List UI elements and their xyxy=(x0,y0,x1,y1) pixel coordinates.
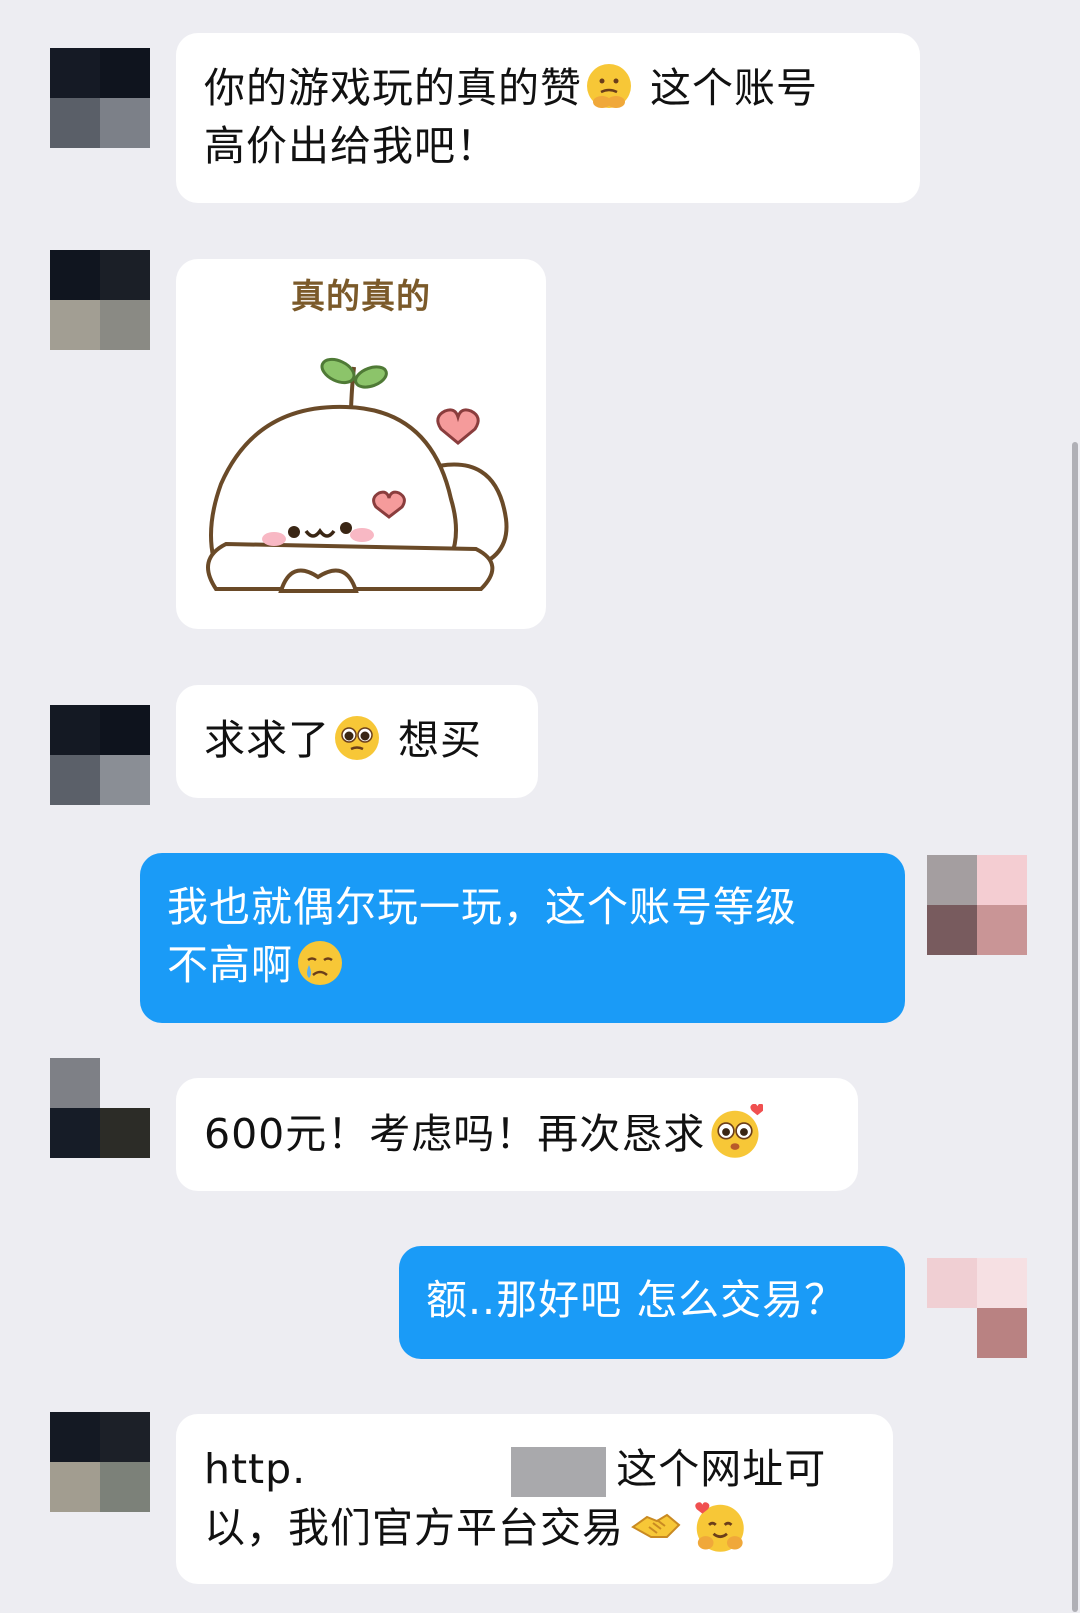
message-text: 你的游戏玩的真的赞 xyxy=(204,64,582,112)
message-bubble-incoming[interactable]: 你的游戏玩的真的赞 这个账号 高价出给我吧！ xyxy=(176,33,920,203)
message-text: http. xyxy=(204,1445,307,1493)
message-text: 想买 xyxy=(384,716,483,764)
contact-avatar-top-piece xyxy=(50,1058,100,1108)
scrollbar[interactable] xyxy=(1072,442,1078,1612)
redacted-url-block xyxy=(306,1447,617,1497)
contact-avatar[interactable] xyxy=(50,48,150,148)
user-avatar[interactable] xyxy=(927,1258,1057,1358)
pleading-face-icon xyxy=(335,716,379,760)
message-text: 额..那好吧 怎么交易？ xyxy=(426,1276,847,1324)
hugging-face-icon xyxy=(695,1502,744,1552)
contact-avatar[interactable] xyxy=(50,1412,150,1512)
contact-avatar[interactable] xyxy=(50,705,150,805)
message-text: 这个网址可 xyxy=(616,1445,827,1493)
contact-avatar[interactable] xyxy=(50,250,150,350)
crying-face-icon xyxy=(298,941,342,985)
cute-blob-sticker-icon xyxy=(206,357,509,593)
message-text: 以，我们官方平台交易 xyxy=(204,1504,624,1552)
handshake-icon xyxy=(631,1513,681,1538)
message-text: 我也就偶尔玩一玩，这个账号等级 xyxy=(167,883,797,931)
sticker-message[interactable]: 真的真的 xyxy=(176,259,546,629)
message-text: 求求了 xyxy=(204,716,330,764)
user-avatar[interactable] xyxy=(927,855,1027,955)
thinking-face-icon xyxy=(587,64,631,108)
message-text: 600元！考虑吗！再次恳求 xyxy=(204,1110,706,1158)
message-bubble-outgoing[interactable]: 我也就偶尔玩一玩，这个账号等级 不高啊 xyxy=(140,853,905,1023)
message-text: 不高啊 xyxy=(167,941,293,989)
message-text: 这个账号 xyxy=(636,64,819,112)
message-bubble-incoming[interactable]: 求求了 想买 xyxy=(176,685,538,798)
message-bubble-incoming[interactable]: http. 这个网址可 以，我们官方平台交易 xyxy=(176,1414,893,1584)
starry-eyes-heart-face-icon xyxy=(711,1104,764,1158)
message-bubble-outgoing[interactable]: 额..那好吧 怎么交易？ xyxy=(399,1246,905,1359)
chat-window[interactable]: 你的游戏玩的真的赞 这个账号 高价出给我吧！ 真的真的 求求了 想买 我也就偶尔… xyxy=(0,0,1080,1613)
message-bubble-incoming[interactable]: 600元！考虑吗！再次恳求 xyxy=(176,1078,858,1191)
message-text: 高价出给我吧！ xyxy=(204,122,498,170)
